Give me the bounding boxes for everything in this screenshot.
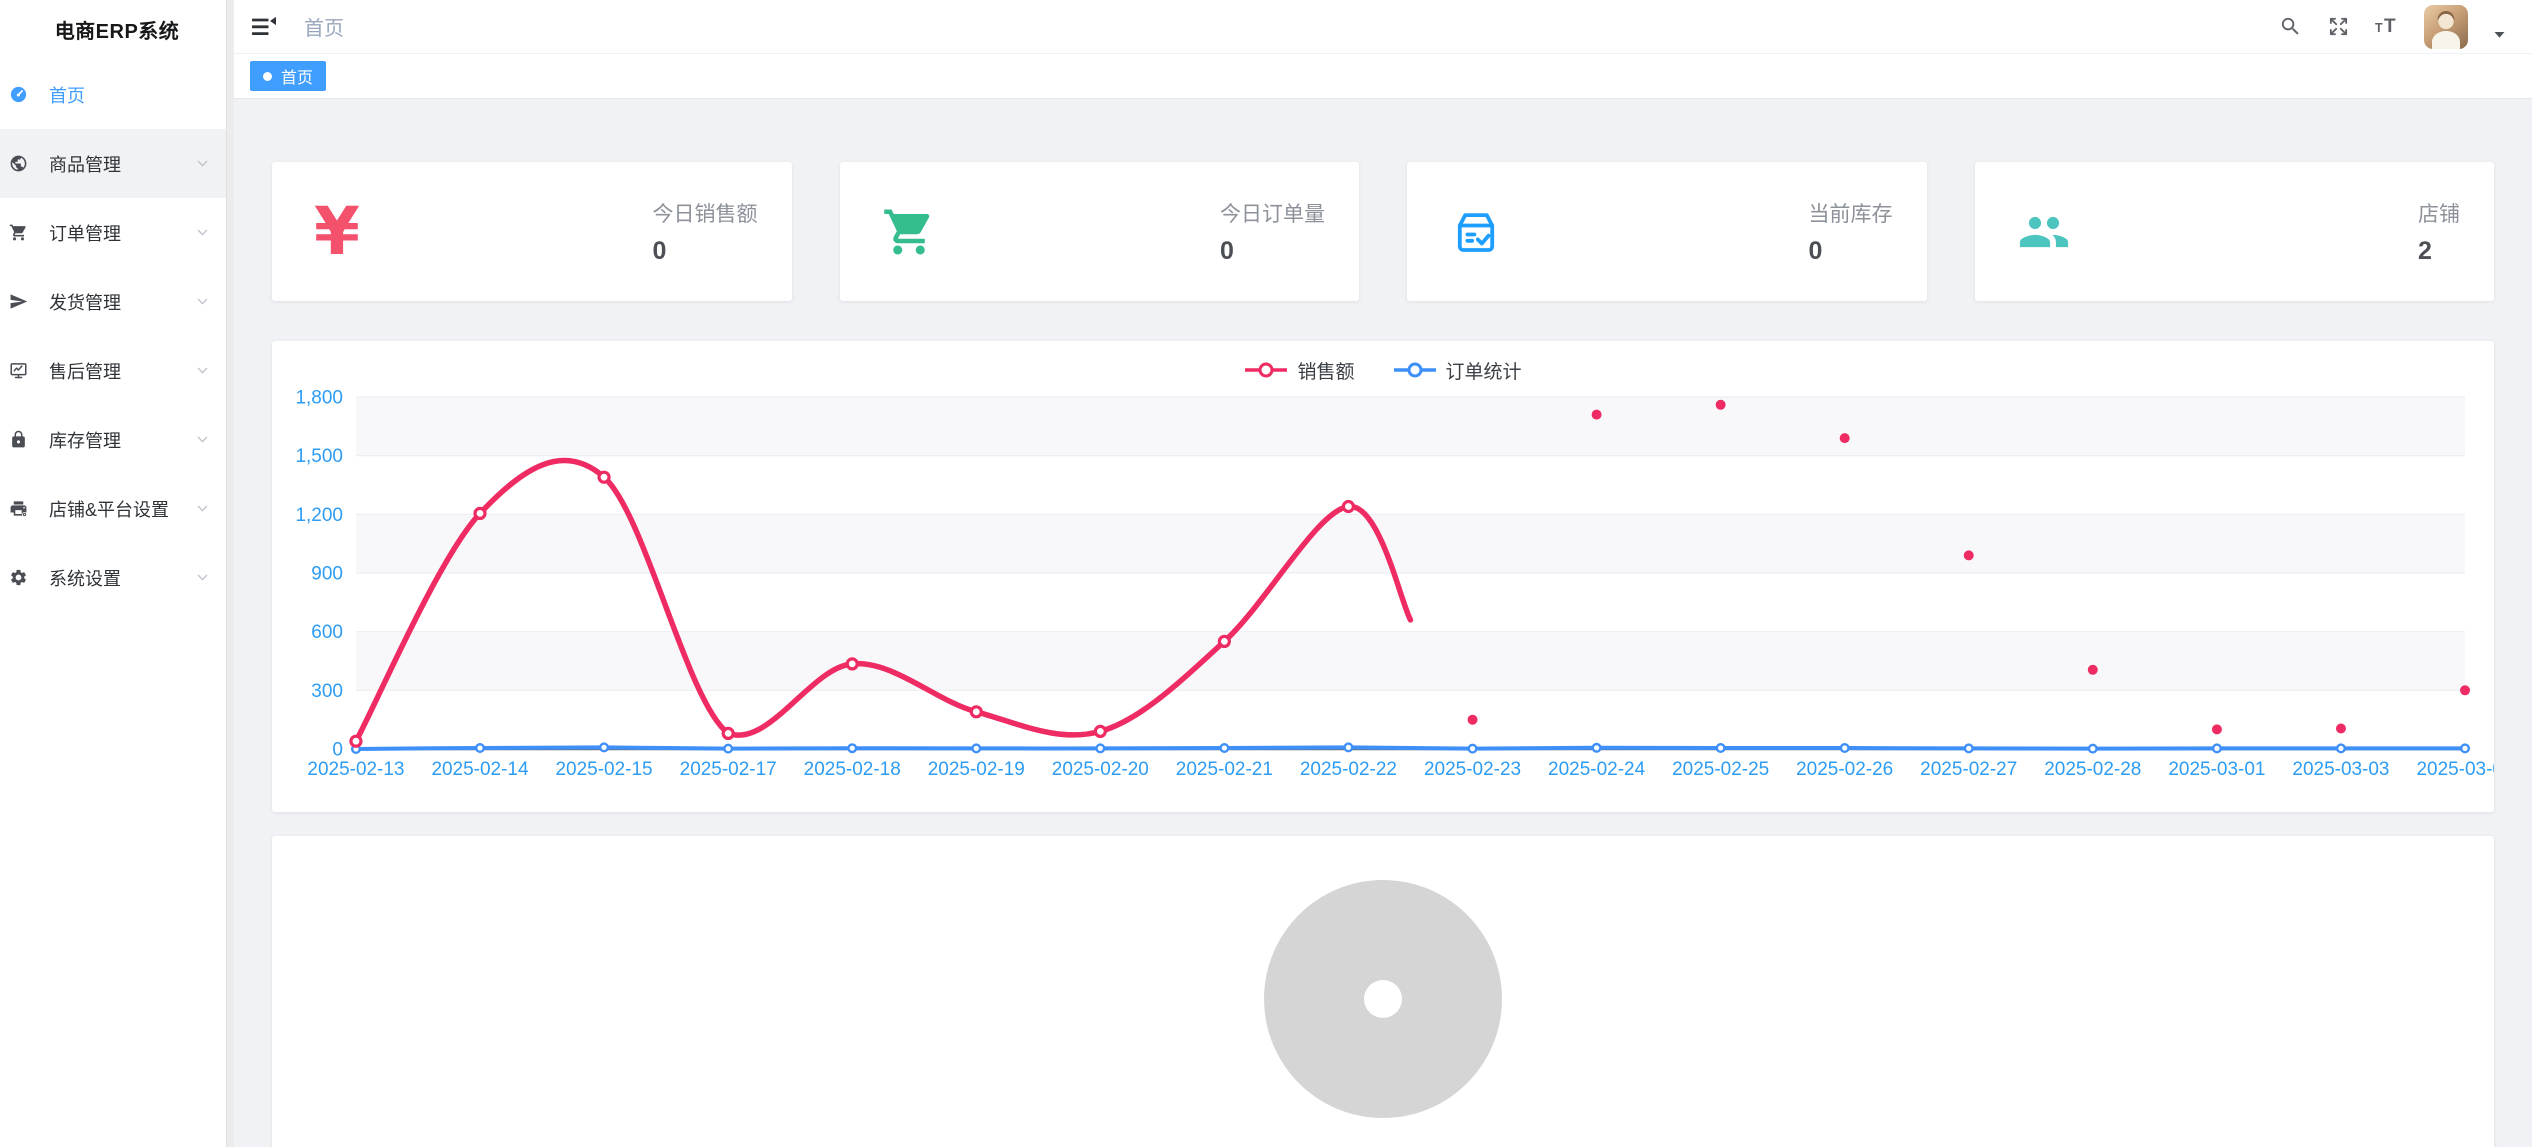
cart-icon bbox=[9, 223, 28, 242]
svg-text:2025-02-28: 2025-02-28 bbox=[2044, 759, 2141, 780]
pie-chart-hole bbox=[1364, 980, 1402, 1018]
chevron-down-icon bbox=[195, 225, 210, 240]
font-size-icon[interactable]: TT bbox=[2375, 15, 2399, 39]
avatar[interactable] bbox=[2424, 5, 2468, 49]
topbar: 首页 TT bbox=[234, 0, 2532, 54]
tab-bar: 首页 bbox=[234, 54, 2532, 99]
legend-item-sales[interactable]: 销售额 bbox=[1244, 357, 1354, 384]
sidebar-item-shipping[interactable]: 发货管理 bbox=[0, 267, 234, 336]
stat-card-value: 2 bbox=[2418, 237, 2460, 266]
stat-card-value: 0 bbox=[653, 237, 758, 266]
breadcrumb[interactable]: 首页 bbox=[304, 12, 344, 41]
dashboard-icon bbox=[9, 85, 28, 104]
box-icon bbox=[1449, 205, 1503, 259]
svg-text:2025-02-27: 2025-02-27 bbox=[1920, 759, 2017, 780]
sales-orders-line-chart: 0 300 600 900 1,200 1,500 1,800 2025-02-13 2025-… bbox=[272, 387, 2494, 812]
sidebar-scrollbar[interactable] bbox=[226, 0, 234, 1147]
stat-card-today-sales: ¥ 今日销售额 0 bbox=[272, 162, 792, 301]
stat-card-label: 当前库存 bbox=[1809, 198, 1893, 228]
sidebar-menu: 首页 商品管理 订单管理 发货管理 售后管理 库存管理 店铺&平台设置 系统设置 bbox=[0, 60, 234, 612]
sidebar-item-products[interactable]: 商品管理 bbox=[0, 129, 234, 198]
sidebar-item-home[interactable]: 首页 bbox=[0, 60, 234, 129]
svg-text:T: T bbox=[2384, 16, 2396, 37]
search-icon[interactable] bbox=[2279, 15, 2302, 38]
stat-card-label: 今日销售额 bbox=[653, 198, 758, 228]
legend-item-orders[interactable]: 订单统计 bbox=[1393, 357, 1522, 384]
svg-text:2025-03-03: 2025-03-03 bbox=[2292, 759, 2389, 780]
yen-icon: ¥ bbox=[314, 199, 360, 265]
svg-text:2025-02-13: 2025-02-13 bbox=[307, 759, 404, 780]
gear-icon bbox=[9, 568, 28, 587]
svg-text:2025-02-21: 2025-02-21 bbox=[1176, 759, 1273, 780]
svg-text:2025-03-04: 2025-03-04 bbox=[2416, 759, 2494, 780]
tab-label: 首页 bbox=[281, 64, 313, 88]
svg-text:2025-02-24: 2025-02-24 bbox=[1548, 759, 1645, 780]
svg-text:300: 300 bbox=[311, 681, 343, 702]
main-area: 首页 TT 首页 ¥ 今日销售额 0 今日订单量 0 bbox=[234, 0, 2532, 1147]
stat-card-value: 0 bbox=[1220, 237, 1325, 266]
svg-text:2025-02-14: 2025-02-14 bbox=[431, 759, 528, 780]
fullscreen-icon[interactable] bbox=[2327, 15, 2350, 38]
svg-text:2025-02-17: 2025-02-17 bbox=[680, 759, 777, 780]
pie-chart-area bbox=[272, 836, 2494, 1147]
chart-legend: 销售额 订单统计 bbox=[272, 341, 2494, 387]
send-icon bbox=[9, 292, 28, 311]
tab-active-dot bbox=[263, 72, 272, 81]
pie-chart-panel bbox=[272, 836, 2494, 1147]
pie-chart-placeholder bbox=[1264, 880, 1502, 1118]
stat-cards-row: ¥ 今日销售额 0 今日订单量 0 当前库存 0 店铺 2 bbox=[272, 162, 2494, 301]
svg-text:1,200: 1,200 bbox=[295, 505, 343, 526]
topbar-actions: TT bbox=[2279, 5, 2506, 49]
svg-text:0: 0 bbox=[332, 739, 343, 760]
svg-text:2025-02-15: 2025-02-15 bbox=[555, 759, 652, 780]
chevron-down-icon bbox=[195, 570, 210, 585]
cart-icon bbox=[882, 205, 936, 259]
svg-text:2025-02-23: 2025-02-23 bbox=[1424, 759, 1521, 780]
sidebar-item-aftersales[interactable]: 售后管理 bbox=[0, 336, 234, 405]
globe-icon bbox=[9, 154, 28, 173]
sidebar-item-system-settings[interactable]: 系统设置 bbox=[0, 543, 234, 612]
caret-down-icon[interactable] bbox=[2493, 30, 2506, 40]
legend-marker bbox=[1244, 361, 1288, 379]
svg-text:2025-02-18: 2025-02-18 bbox=[804, 759, 901, 780]
stat-card-label: 今日订单量 bbox=[1220, 198, 1325, 228]
svg-text:T: T bbox=[2375, 21, 2383, 35]
chevron-down-icon bbox=[195, 432, 210, 447]
svg-text:2025-02-19: 2025-02-19 bbox=[928, 759, 1025, 780]
stat-card-current-stock: 当前库存 0 bbox=[1407, 162, 1927, 301]
svg-text:2025-02-25: 2025-02-25 bbox=[1672, 759, 1769, 780]
sidebar-item-shop-platform-settings[interactable]: 店铺&平台设置 bbox=[0, 474, 234, 543]
collapse-sidebar-icon[interactable] bbox=[251, 16, 277, 38]
app-title: 电商ERP系统 bbox=[0, 0, 234, 60]
svg-text:1,800: 1,800 bbox=[295, 387, 343, 408]
sidebar-item-inventory[interactable]: 库存管理 bbox=[0, 405, 234, 474]
stat-card-shops: 店铺 2 bbox=[1975, 162, 2495, 301]
stat-card-label: 店铺 bbox=[2418, 198, 2460, 228]
stat-card-value: 0 bbox=[1809, 237, 1893, 266]
chevron-down-icon bbox=[195, 294, 210, 309]
legend-marker bbox=[1393, 361, 1437, 379]
svg-text:900: 900 bbox=[311, 563, 343, 584]
lock-icon bbox=[9, 430, 28, 449]
stat-card-today-orders: 今日订单量 0 bbox=[840, 162, 1360, 301]
sidebar-item-orders[interactable]: 订单管理 bbox=[0, 198, 234, 267]
svg-text:600: 600 bbox=[311, 622, 343, 643]
svg-text:2025-02-26: 2025-02-26 bbox=[1796, 759, 1893, 780]
monitor-icon bbox=[9, 361, 28, 380]
chevron-down-icon bbox=[195, 501, 210, 516]
sales-orders-chart-panel: 销售额 订单统计 0 300 600 900 1,200 1,500 1,800 2025-02… bbox=[272, 341, 2494, 812]
svg-text:2025-03-01: 2025-03-01 bbox=[2168, 759, 2265, 780]
sidebar: 电商ERP系统 首页 商品管理 订单管理 发货管理 售后管理 库存管理 店铺&平… bbox=[0, 0, 234, 1147]
svg-text:2025-02-20: 2025-02-20 bbox=[1052, 759, 1149, 780]
chevron-down-icon bbox=[195, 363, 210, 378]
page-content: ¥ 今日销售额 0 今日订单量 0 当前库存 0 店铺 2 销售额 订单统计 0 3… bbox=[234, 99, 2532, 1147]
users-icon bbox=[2017, 205, 2071, 259]
tab-home[interactable]: 首页 bbox=[250, 61, 326, 91]
printer-icon bbox=[9, 499, 28, 518]
svg-text:2025-02-22: 2025-02-22 bbox=[1300, 759, 1397, 780]
app-root: 电商ERP系统 首页 商品管理 订单管理 发货管理 售后管理 库存管理 店铺&平… bbox=[0, 0, 2532, 1147]
svg-text:1,500: 1,500 bbox=[295, 446, 343, 467]
chevron-down-icon bbox=[195, 156, 210, 171]
